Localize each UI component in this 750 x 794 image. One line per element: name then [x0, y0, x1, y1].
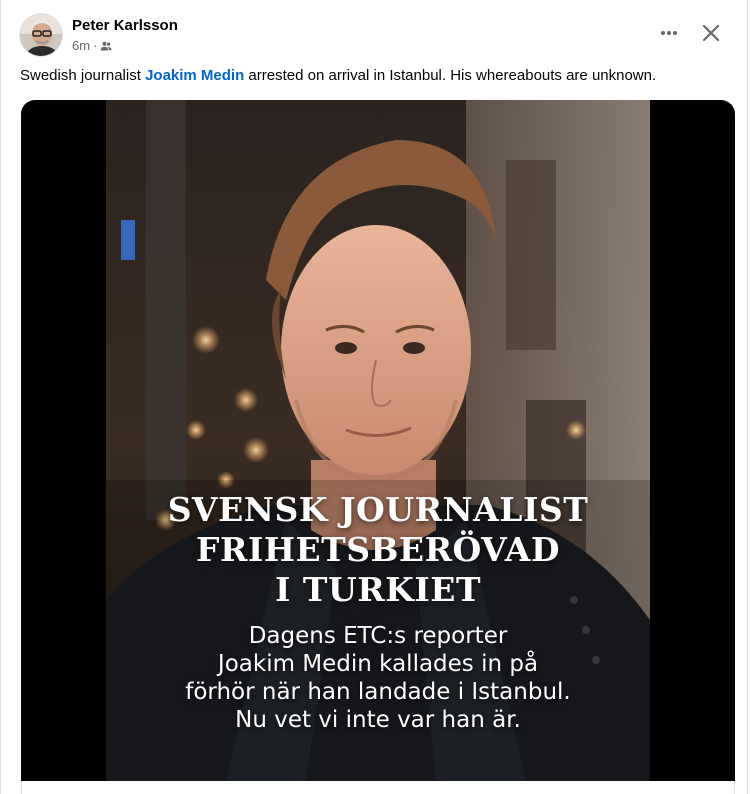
post-subinfo: 6m ·: [72, 37, 178, 55]
avatar[interactable]: [19, 13, 63, 57]
close-post-button[interactable]: [693, 17, 729, 53]
subtext-line: Nu vet vi inte var han är.: [235, 707, 521, 733]
more-options-button[interactable]: [651, 17, 687, 53]
close-icon: [701, 23, 721, 48]
subtext-line: Dagens ETC:s reporter: [248, 623, 508, 649]
headline-line: FRIHETSBERÖVAD: [196, 530, 560, 569]
post-header: Peter Karlsson 6m ·: [19, 12, 729, 58]
post-caption: Swedish journalist Joakim Medin arrested…: [20, 64, 729, 88]
meta-separator: ·: [93, 37, 98, 53]
subtext-line: Joakim Medin kallades in på: [217, 651, 539, 677]
more-horizontal-icon: [659, 23, 679, 48]
headline-line: I TURKIET: [274, 570, 481, 609]
image-headline: SVENSK JOURNALIST FRIHETSBERÖVAD I TURKI…: [106, 490, 650, 610]
caption-text-before: Swedish journalist: [20, 67, 146, 84]
post-time[interactable]: 6m: [72, 37, 90, 55]
post-meta: Peter Karlsson 6m ·: [72, 16, 178, 55]
friends-icon: [100, 40, 113, 52]
subtext-line: förhör när han landade i Istanbul.: [185, 679, 571, 705]
caption-text-after: arrested on arrival in Istanbul. His whe…: [244, 67, 657, 84]
feed-post: Peter Karlsson 6m · Swedish journalist J…: [0, 0, 748, 794]
tagged-person-link[interactable]: Joakim Medin: [145, 67, 244, 84]
photo: SVENSK JOURNALIST FRIHETSBERÖVAD I TURKI…: [106, 100, 650, 781]
post-footer-edge: [21, 781, 735, 794]
post-actions: [651, 17, 729, 53]
headline-line: SVENSK JOURNALIST: [167, 490, 589, 529]
post-image[interactable]: SVENSK JOURNALIST FRIHETSBERÖVAD I TURKI…: [21, 100, 735, 781]
image-subtext: Dagens ETC:s reporter Joakim Medin kalla…: [106, 622, 650, 734]
author-name[interactable]: Peter Karlsson: [72, 16, 178, 36]
